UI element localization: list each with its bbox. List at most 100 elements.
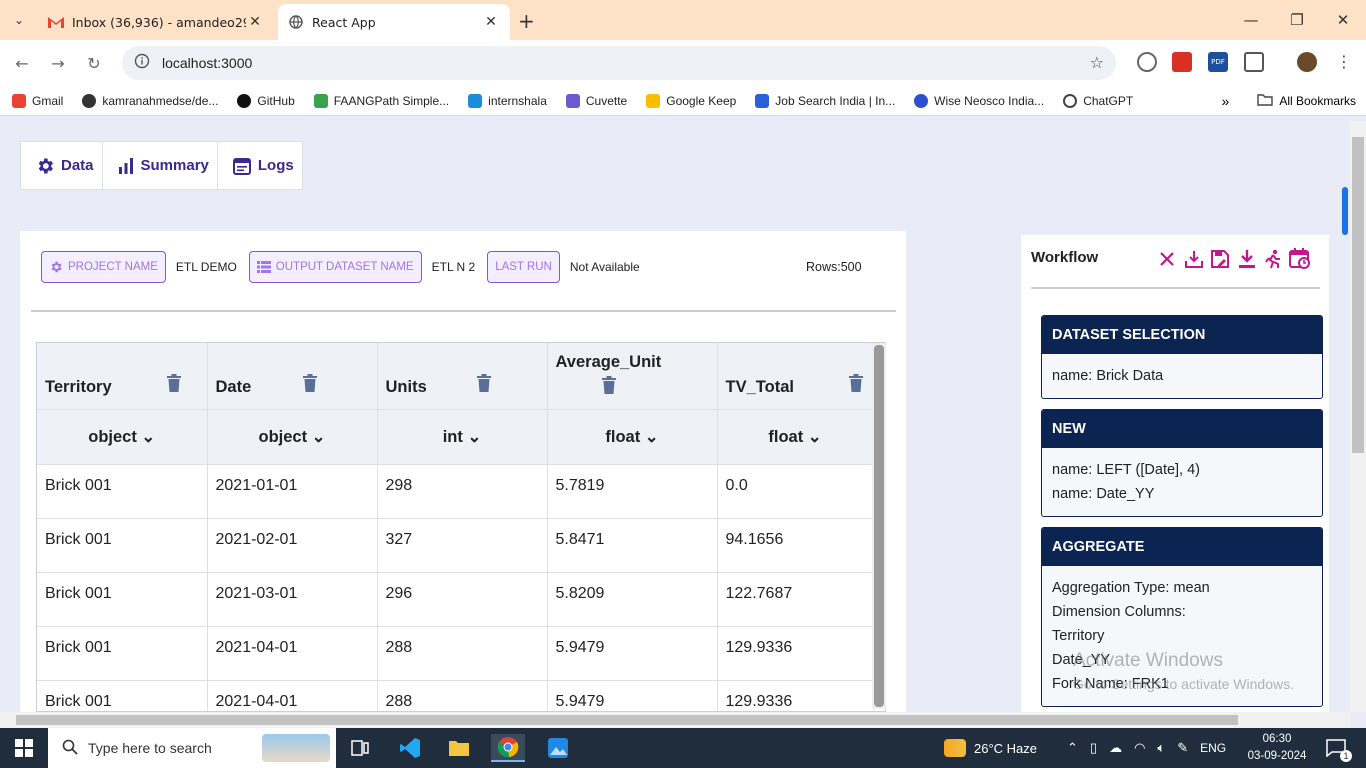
trash-icon[interactable] <box>848 373 863 397</box>
scrollbar-thumb[interactable] <box>874 345 884 707</box>
task-view-icon[interactable] <box>346 734 374 762</box>
back-button[interactable]: ← <box>11 52 33 74</box>
page-scrollbar[interactable] <box>1342 121 1366 712</box>
menu-kebab-icon[interactable]: ⋮ <box>1334 52 1354 72</box>
chevron-down-icon: ⌄ <box>644 427 659 446</box>
vscode-icon[interactable] <box>396 734 424 762</box>
reload-button[interactable]: ↻ <box>83 52 105 74</box>
table-scrollbar[interactable] <box>872 343 886 709</box>
workflow-title: Workflow <box>1031 249 1099 266</box>
run-icon[interactable] <box>1260 247 1287 271</box>
download-icon[interactable] <box>1181 247 1208 271</box>
schedule-icon[interactable] <box>1287 247 1314 271</box>
data-table-container[interactable]: Territory Date Units Average_Unit TV_Tot… <box>36 342 886 712</box>
chrome-icon[interactable] <box>491 734 525 762</box>
type-select[interactable]: object ⌄ <box>207 409 378 465</box>
trash-icon[interactable] <box>601 375 616 399</box>
bookmark-star-icon[interactable]: ☆ <box>1090 53 1104 72</box>
chevron-up-icon[interactable]: ⌃ <box>1067 740 1078 756</box>
tab-react-app[interactable]: React App ✕ <box>278 4 510 40</box>
all-bookmarks[interactable]: » All Bookmarks <box>1222 93 1356 109</box>
new-tab-button[interactable]: + <box>518 9 535 33</box>
close-icon[interactable]: ✕ <box>246 14 264 30</box>
notifications-icon[interactable]: 1 <box>1322 734 1352 762</box>
bookmark-google-keep[interactable]: Google Keep <box>646 93 736 108</box>
type-label: int <box>442 427 463 446</box>
extension-icon[interactable] <box>1137 52 1157 72</box>
bookmark-internshala[interactable]: internshala <box>468 93 547 108</box>
tab-search-button[interactable]: ⌄ <box>8 9 30 31</box>
address-bar[interactable]: localhost:3000 ☆ <box>122 46 1116 80</box>
workflow-step-new[interactable]: NEW name: LEFT ([Date], 4) name: Date_YY <box>1041 409 1323 517</box>
bookmark-kamranahmedse[interactable]: kamranahmedse/de... <box>82 93 218 108</box>
scrollbar-thumb[interactable] <box>16 715 1238 725</box>
profile-avatar[interactable] <box>1297 52 1317 72</box>
photos-icon[interactable] <box>544 734 572 762</box>
device-icon[interactable]: ▯ <box>1090 740 1097 756</box>
tab-data[interactable]: Data <box>21 142 103 189</box>
volume-icon[interactable]: 🔈︎ <box>1157 740 1165 756</box>
bookmark-label: GitHub <box>257 93 295 108</box>
tab-gmail[interactable]: Inbox (36,936) - amandeo2907 ✕ <box>38 4 274 40</box>
pen-icon[interactable]: ✎ <box>1177 740 1188 756</box>
column-header: Date <box>207 343 378 410</box>
tab-summary[interactable]: Summary <box>103 142 218 189</box>
chevron-right-icon[interactable]: » <box>1222 93 1230 109</box>
bookmark-cuvette[interactable]: Cuvette <box>565 93 627 108</box>
column-name: Units <box>385 377 427 396</box>
cloud-icon[interactable]: ☁ <box>1109 740 1122 756</box>
save-icon[interactable] <box>1207 247 1234 271</box>
workflow-step-dataset-selection[interactable]: DATASET SELECTION name: Brick Data <box>1041 315 1323 399</box>
trash-icon[interactable] <box>302 373 317 397</box>
extensions-puzzle-icon[interactable] <box>1244 52 1264 72</box>
type-select[interactable]: object ⌄ <box>37 409 208 465</box>
list-icon <box>256 261 271 273</box>
tab-logs[interactable]: Logs <box>218 142 302 189</box>
trash-icon[interactable] <box>166 373 181 397</box>
pdf-extension-icon[interactable]: PDF <box>1208 52 1228 72</box>
window-close-button[interactable]: ✕ <box>1320 0 1366 40</box>
weather-widget[interactable]: 26°C Haze <box>944 728 1037 768</box>
language-indicator[interactable]: ENG <box>1200 741 1226 755</box>
type-select[interactable]: int ⌄ <box>377 409 548 465</box>
bookmark-label: Job Search India | In... <box>775 93 896 108</box>
file-explorer-icon[interactable] <box>445 734 473 762</box>
taskbar: Type here to search 26°C Haze ⌃ ▯ ☁ ◠ 🔈︎… <box>0 728 1366 768</box>
horizontal-scrollbar[interactable] <box>0 712 1350 728</box>
step-title: DATASET SELECTION <box>1042 316 1322 354</box>
windows-start-icon[interactable] <box>10 734 38 762</box>
table-cell: 0.0 <box>717 464 874 519</box>
output-dataset-chip[interactable]: OUTPUT DATASET NAME <box>248 251 422 283</box>
column-header: TV_Total <box>717 343 874 410</box>
bookmark-faangpath[interactable]: FAANGPath Simple... <box>313 93 449 108</box>
export-icon[interactable] <box>1234 247 1261 271</box>
restore-button[interactable]: ❐ <box>1274 0 1320 40</box>
bookmark-gmail[interactable]: Gmail <box>12 93 63 108</box>
project-name-chip[interactable]: PROJECT NAME <box>41 251 166 283</box>
trash-icon[interactable] <box>476 373 491 397</box>
bookmark-job-search[interactable]: Job Search India | In... <box>755 93 896 108</box>
type-select[interactable]: float ⌄ <box>717 409 874 465</box>
wifi-icon[interactable]: ◠ <box>1134 740 1145 756</box>
table-cell: Brick 001 <box>37 572 208 627</box>
chevron-down-icon: ⌄ <box>467 427 482 446</box>
scrollbar-thumb[interactable] <box>1352 137 1364 453</box>
clock[interactable]: 06:30 03-09-2024 <box>1247 731 1307 765</box>
close-icon[interactable] <box>1154 247 1181 271</box>
search-placeholder: Type here to search <box>88 740 212 756</box>
taskbar-search[interactable]: Type here to search <box>48 728 336 768</box>
table-cell: 2021-04-01 <box>207 680 378 711</box>
bookmark-wise-neosco[interactable]: Wise Neosco India... <box>914 93 1044 108</box>
forward-button[interactable]: → <box>47 52 69 74</box>
table-cell: 5.8209 <box>547 572 718 627</box>
extension-icon[interactable] <box>1172 52 1192 72</box>
site-info-icon[interactable] <box>134 53 150 73</box>
bookmark-chatgpt[interactable]: ChatGPT <box>1063 93 1133 108</box>
close-icon[interactable]: ✕ <box>482 14 500 30</box>
bookmark-github[interactable]: GitHub <box>237 93 295 108</box>
type-select[interactable]: float ⌄ <box>547 409 718 465</box>
minimize-button[interactable]: — <box>1228 0 1274 40</box>
step-line: name: Date_YY <box>1052 486 1155 502</box>
last-run-chip[interactable]: LAST RUN <box>487 251 560 283</box>
chatgpt-icon <box>1063 93 1078 108</box>
